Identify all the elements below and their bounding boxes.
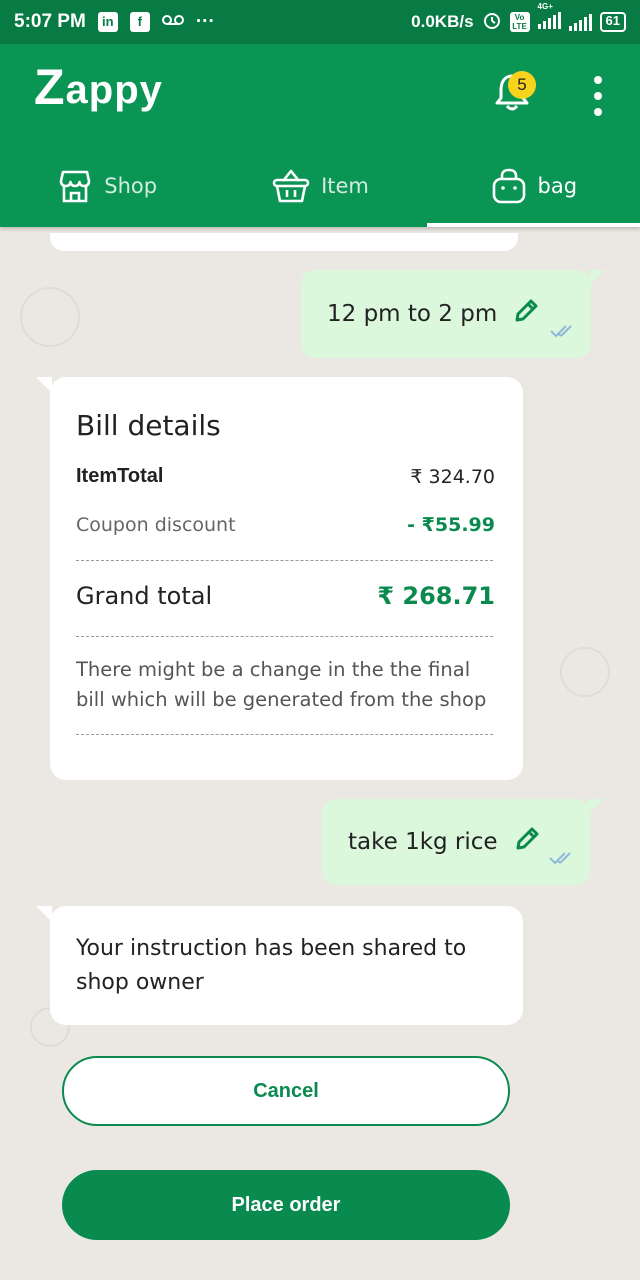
status-time: 5:07 PM (14, 11, 86, 32)
double-check-icon (549, 318, 579, 344)
voicemail-icon (161, 11, 184, 33)
logo-z: Z (34, 59, 66, 115)
notification-badge: 5 (508, 71, 536, 99)
more-options-icon[interactable] (590, 76, 606, 116)
tab-shop[interactable]: Shop (0, 144, 213, 227)
more-notifications-icon: ··· (195, 11, 215, 32)
tab-bag[interactable]: bag (426, 144, 640, 227)
divider (76, 560, 493, 561)
pencil-icon[interactable] (513, 298, 539, 330)
doodle-background (560, 647, 610, 697)
tab-bar: Shop Item bag (0, 144, 640, 227)
chat-area[interactable]: 12 pm to 2 pm Bill details ItemTotal ₹ 3… (0, 227, 640, 1280)
message-reply: Your instruction has been shared to shop… (36, 906, 523, 1025)
bill-note: There might be a change in the the final… (76, 658, 487, 711)
facebook-icon: f (129, 12, 150, 32)
linkedin-icon: in (97, 12, 118, 32)
message-instruction[interactable]: take 1kg rice (322, 799, 604, 885)
zappy-logo: Zappy (34, 62, 163, 112)
bill-details-card: Bill details ItemTotal ₹ 324.70 Coupon d… (36, 377, 523, 780)
tab-shop-label: Shop (104, 173, 158, 198)
shopping-bag-icon (490, 166, 528, 206)
coupon-label: Coupon discount (76, 514, 236, 536)
tab-item-label: Item (321, 173, 369, 198)
previous-message-bubble (50, 233, 518, 251)
store-icon (56, 167, 94, 205)
signal-icon: 4G+ (537, 2, 561, 34)
divider (76, 636, 493, 637)
network-type: 4G+ (537, 1, 553, 11)
coupon-value: - ₹55.99 (407, 514, 495, 536)
message-delivery-slot[interactable]: 12 pm to 2 pm (301, 270, 605, 358)
app-bar: Zappy 5 Shop Item bag (0, 44, 640, 227)
bill-title: Bill details (76, 409, 221, 442)
delivery-slot-text: 12 pm to 2 pm (327, 301, 498, 327)
tab-bag-label: bag (537, 173, 578, 198)
coupon-row: Coupon discount - ₹55.99 (76, 514, 495, 536)
status-bar: 5:07 PM in f ··· 0.0KB/s Vo LTE 4G+ 61 (0, 0, 640, 44)
volte-icon: Vo LTE (509, 12, 530, 32)
bubble-tail (589, 270, 605, 286)
grand-total-row: Grand total ₹ 268.71 (76, 582, 495, 610)
item-total-label: ItemTotal (76, 465, 164, 487)
logo-text: appy (65, 68, 163, 112)
item-total-value: ₹ 324.70 (410, 465, 495, 488)
grand-total-label: Grand total (76, 582, 213, 610)
tab-item[interactable]: Item (213, 144, 426, 227)
item-total-row: ItemTotal ₹ 324.70 (76, 465, 495, 488)
reply-text: Your instruction has been shared to shop… (76, 936, 467, 995)
grand-total-value: ₹ 268.71 (377, 582, 495, 610)
basket-icon (271, 167, 311, 205)
instruction-text: take 1kg rice (348, 829, 498, 855)
alarm-icon (482, 10, 502, 35)
battery-icon: 61 (599, 12, 626, 32)
bubble-tail (36, 906, 52, 922)
net-speed: 0.0KB/s (411, 12, 474, 31)
signal-2-icon (568, 13, 592, 31)
cancel-button[interactable]: Cancel (62, 1056, 510, 1126)
divider (76, 734, 493, 735)
doodle-background (20, 287, 80, 347)
bubble-tail (36, 377, 52, 393)
bubble-tail (588, 799, 604, 815)
double-check-icon (548, 845, 578, 871)
pencil-icon[interactable] (514, 826, 540, 858)
place-order-button[interactable]: Place order (62, 1170, 510, 1240)
